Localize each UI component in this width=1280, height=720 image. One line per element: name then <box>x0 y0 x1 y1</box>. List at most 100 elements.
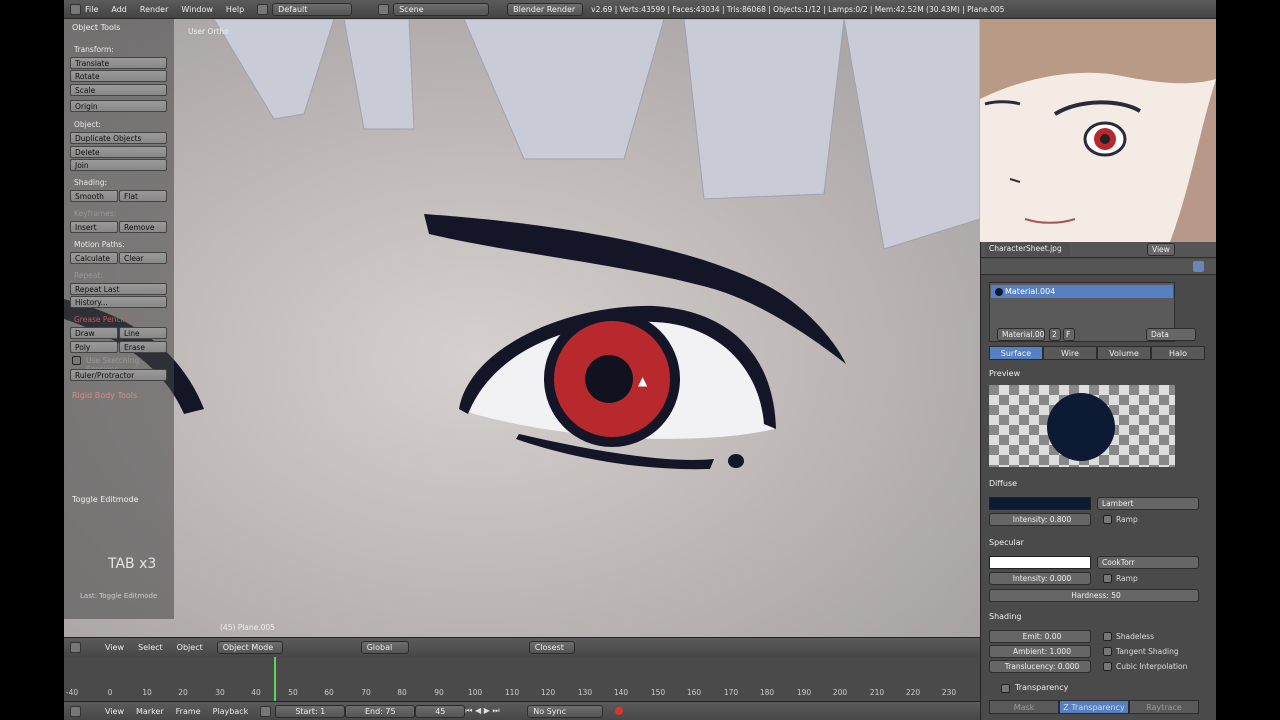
rotate-button[interactable]: Rotate <box>70 70 167 82</box>
character-sketch <box>980 19 1216 242</box>
orientation-select[interactable]: Global <box>360 641 409 654</box>
object-label: (45) Plane.005 <box>220 623 276 632</box>
ruler-button[interactable]: Ruler/Protractor <box>70 369 167 381</box>
menu-frame[interactable]: Frame <box>176 707 201 716</box>
material-tab-icon[interactable] <box>1193 261 1204 272</box>
layout-selector[interactable]: Default <box>272 2 353 16</box>
menu-playback[interactable]: Playback <box>213 707 249 716</box>
erase-button[interactable]: Erase <box>119 341 167 353</box>
tab-mask[interactable]: Mask <box>989 700 1059 714</box>
key-overlay: TAB x3 <box>108 556 157 572</box>
join-button[interactable]: Join <box>70 159 167 171</box>
smooth-button[interactable]: Smooth <box>70 190 118 202</box>
menu-select[interactable]: Select <box>138 643 163 652</box>
scene-icon[interactable] <box>378 3 390 15</box>
diffuse-intensity-field[interactable]: Intensity: 0.800 <box>989 513 1091 526</box>
material-dot-icon <box>995 288 1003 296</box>
menu-view[interactable]: View <box>105 707 124 716</box>
origin-button[interactable]: Origin <box>70 100 167 112</box>
sketching-checkbox[interactable] <box>72 356 81 365</box>
calculate-button[interactable]: Calculate <box>70 252 118 264</box>
specular-ramp-checkbox[interactable] <box>1103 574 1112 583</box>
snap-target-select[interactable]: Closest <box>528 641 575 654</box>
insert-keyframe-button[interactable]: Insert <box>70 221 118 233</box>
start-frame-field[interactable]: Start: 1 <box>275 704 346 718</box>
translucency-field[interactable]: Translucency: 0.000 <box>989 660 1091 673</box>
repeat-last-button[interactable]: Repeat Last <box>70 283 167 295</box>
specular-ramp-label: Ramp <box>1116 574 1138 583</box>
menu-window[interactable]: Window <box>181 5 213 14</box>
specular-color-swatch[interactable] <box>989 556 1091 569</box>
image-view-menu[interactable]: View <box>1147 243 1175 256</box>
tab-halo[interactable]: Halo <box>1151 346 1205 360</box>
current-frame-field[interactable]: 45 <box>415 704 466 718</box>
tab-wire[interactable]: Wire <box>1043 346 1097 360</box>
poly-button[interactable]: Poly <box>70 341 118 353</box>
translate-button[interactable]: Translate <box>70 57 167 69</box>
editor-type-icon[interactable] <box>70 642 81 653</box>
draw-button[interactable]: Draw <box>70 327 118 339</box>
rigid-body-tools-panel[interactable]: Rigid Body Tools <box>72 391 137 400</box>
specular-shader-select[interactable]: CookTorr <box>1097 556 1199 569</box>
playback-controls-icon[interactable]: ⏮ ◀ ▶ ⏭ <box>465 706 527 716</box>
cubic-interpolation-checkbox[interactable] <box>1103 662 1112 671</box>
flat-button[interactable]: Flat <box>119 190 167 202</box>
clear-button[interactable]: Clear <box>119 252 167 264</box>
tab-raytrace[interactable]: Raytrace <box>1129 700 1199 714</box>
fake-user-toggle[interactable]: F <box>1063 328 1075 341</box>
shading-panel-title[interactable]: Shading <box>989 612 1022 621</box>
diffuse-shader-select[interactable]: Lambert <box>1097 497 1199 510</box>
specular-intensity-field[interactable]: Intensity: 0.000 <box>989 572 1091 585</box>
transparency-panel-title[interactable]: Transparency <box>1015 683 1068 692</box>
preview-panel-title[interactable]: Preview <box>989 369 1020 378</box>
menu-view[interactable]: View <box>105 643 124 652</box>
menu-object[interactable]: Object <box>177 643 203 652</box>
record-icon[interactable] <box>615 707 624 715</box>
emit-field[interactable]: Emit: 0.00 <box>989 630 1091 643</box>
material-slot-item[interactable]: Material.004 <box>991 285 1173 298</box>
sync-mode-select[interactable]: No Sync <box>527 704 604 718</box>
3d-viewport[interactable]: Object Tools Transform: Translate Rotate… <box>64 19 980 637</box>
menu-add[interactable]: Add <box>111 5 127 14</box>
line-button[interactable]: Line <box>119 327 167 339</box>
tab-z-transparency[interactable]: Z Transparency <box>1059 700 1129 714</box>
screen-layout-icon[interactable] <box>257 3 269 15</box>
menu-help[interactable]: Help <box>226 5 244 14</box>
editor-type-icon[interactable] <box>70 3 81 15</box>
tangent-shading-checkbox[interactable] <box>1103 647 1112 656</box>
tab-surface[interactable]: Surface <box>989 346 1043 360</box>
object-tools-title[interactable]: Object Tools <box>72 23 120 32</box>
end-frame-field[interactable]: End: 75 <box>345 704 416 718</box>
mode-select[interactable]: Object Mode <box>216 641 283 654</box>
shadeless-checkbox[interactable] <box>1103 632 1112 641</box>
diffuse-ramp-checkbox[interactable] <box>1103 515 1112 524</box>
diffuse-panel-title[interactable]: Diffuse <box>989 479 1017 488</box>
image-name-field[interactable]: CharacterSheet.jpg <box>985 243 1070 256</box>
current-frame-indicator[interactable] <box>274 657 276 701</box>
editor-type-icon[interactable] <box>70 705 81 717</box>
delete-button[interactable]: Delete <box>70 146 167 158</box>
history-button[interactable]: History... <box>70 296 167 308</box>
diffuse-color-swatch[interactable] <box>989 497 1091 510</box>
grease-pencil-label: Grease Pencil: <box>74 315 128 324</box>
toggle-editmode-panel[interactable]: Toggle Editmode <box>72 495 138 504</box>
material-users[interactable]: 2 <box>1049 328 1061 341</box>
duplicate-objects-button[interactable]: Duplicate Objects <box>70 132 167 144</box>
hardness-field[interactable]: Hardness: 50 <box>989 589 1199 602</box>
transform-label: Transform: <box>74 45 114 54</box>
ambient-field[interactable]: Ambient: 1.000 <box>989 645 1091 658</box>
tick-label: 70 <box>361 688 371 697</box>
menu-marker[interactable]: Marker <box>136 707 164 716</box>
remove-keyframe-button[interactable]: Remove <box>119 221 167 233</box>
scale-button[interactable]: Scale <box>70 84 167 96</box>
menu-render[interactable]: Render <box>140 5 168 14</box>
specular-panel-title[interactable]: Specular <box>989 538 1024 547</box>
menu-file[interactable]: File <box>85 5 98 14</box>
link-data-select[interactable]: Data <box>1146 328 1196 341</box>
transparency-checkbox[interactable] <box>1001 684 1010 693</box>
tab-volume[interactable]: Volume <box>1097 346 1151 360</box>
render-engine-select[interactable]: Blender Render <box>507 2 584 16</box>
preview-range-icon[interactable] <box>260 705 272 717</box>
material-name-field[interactable]: Material.004 <box>997 328 1045 341</box>
scene-selector[interactable]: Scene <box>393 2 490 16</box>
